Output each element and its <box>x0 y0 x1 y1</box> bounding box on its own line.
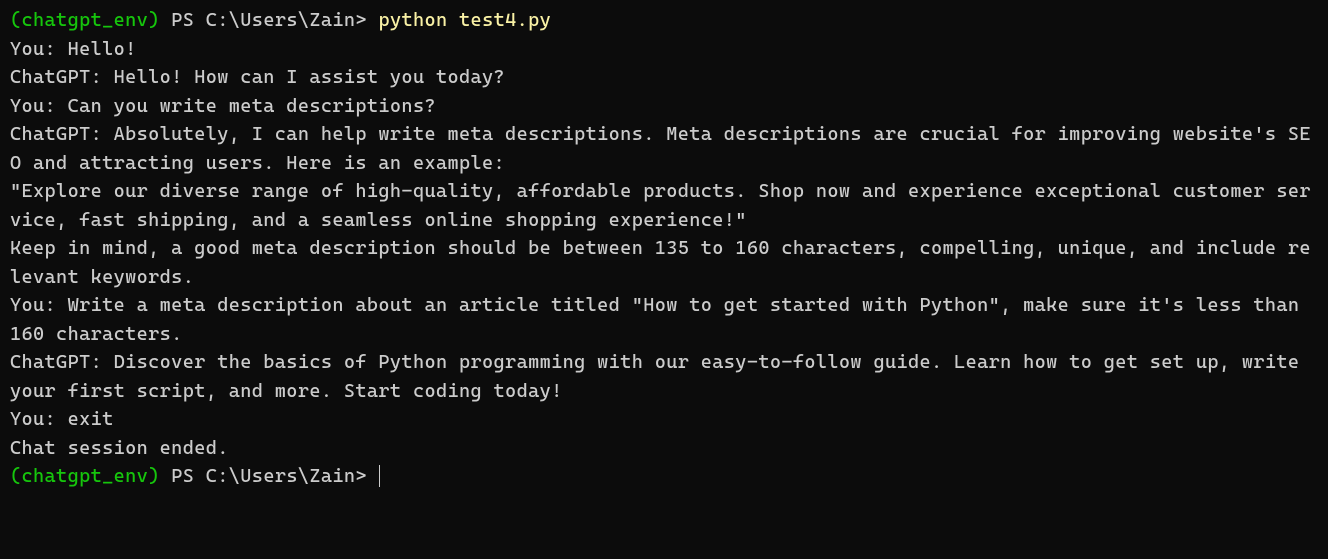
env-paren-open: ( <box>10 465 22 487</box>
env-name: chatgpt_env <box>22 465 149 487</box>
output-line: "Explore our diverse range of high-quali… <box>10 177 1318 234</box>
output-line: ChatGPT: Absolutely, I can help write me… <box>10 120 1318 177</box>
env-paren-close: ) <box>148 465 160 487</box>
output-line: ChatGPT: Discover the basics of Python p… <box>10 348 1318 405</box>
command-text: python test4.py <box>378 9 551 31</box>
prompt-line-2[interactable]: (chatgpt_env) PS C:\Users\Zain> <box>10 462 1318 491</box>
ps-label: PS <box>160 465 206 487</box>
prompt-gt: > <box>355 9 378 31</box>
cursor-icon <box>379 465 380 487</box>
env-paren-open: ( <box>10 9 22 31</box>
output-line: You: Write a meta description about an a… <box>10 291 1318 348</box>
path-text: C:\Users\Zain <box>206 9 356 31</box>
output-line: ChatGPT: Hello! How can I assist you tod… <box>10 63 1318 92</box>
env-name: chatgpt_env <box>22 9 149 31</box>
ps-label: PS <box>160 9 206 31</box>
output-line: Keep in mind, a good meta description sh… <box>10 234 1318 291</box>
output-line: Chat session ended. <box>10 434 1318 463</box>
env-paren-close: ) <box>148 9 160 31</box>
prompt-line-1: (chatgpt_env) PS C:\Users\Zain> python t… <box>10 6 1318 35</box>
output-line: You: exit <box>10 405 1318 434</box>
path-text: C:\Users\Zain <box>206 465 356 487</box>
output-line: You: Can you write meta descriptions? <box>10 92 1318 121</box>
prompt-gt: > <box>355 465 378 487</box>
output-line: You: Hello! <box>10 35 1318 64</box>
terminal-output[interactable]: (chatgpt_env) PS C:\Users\Zain> python t… <box>10 6 1318 491</box>
